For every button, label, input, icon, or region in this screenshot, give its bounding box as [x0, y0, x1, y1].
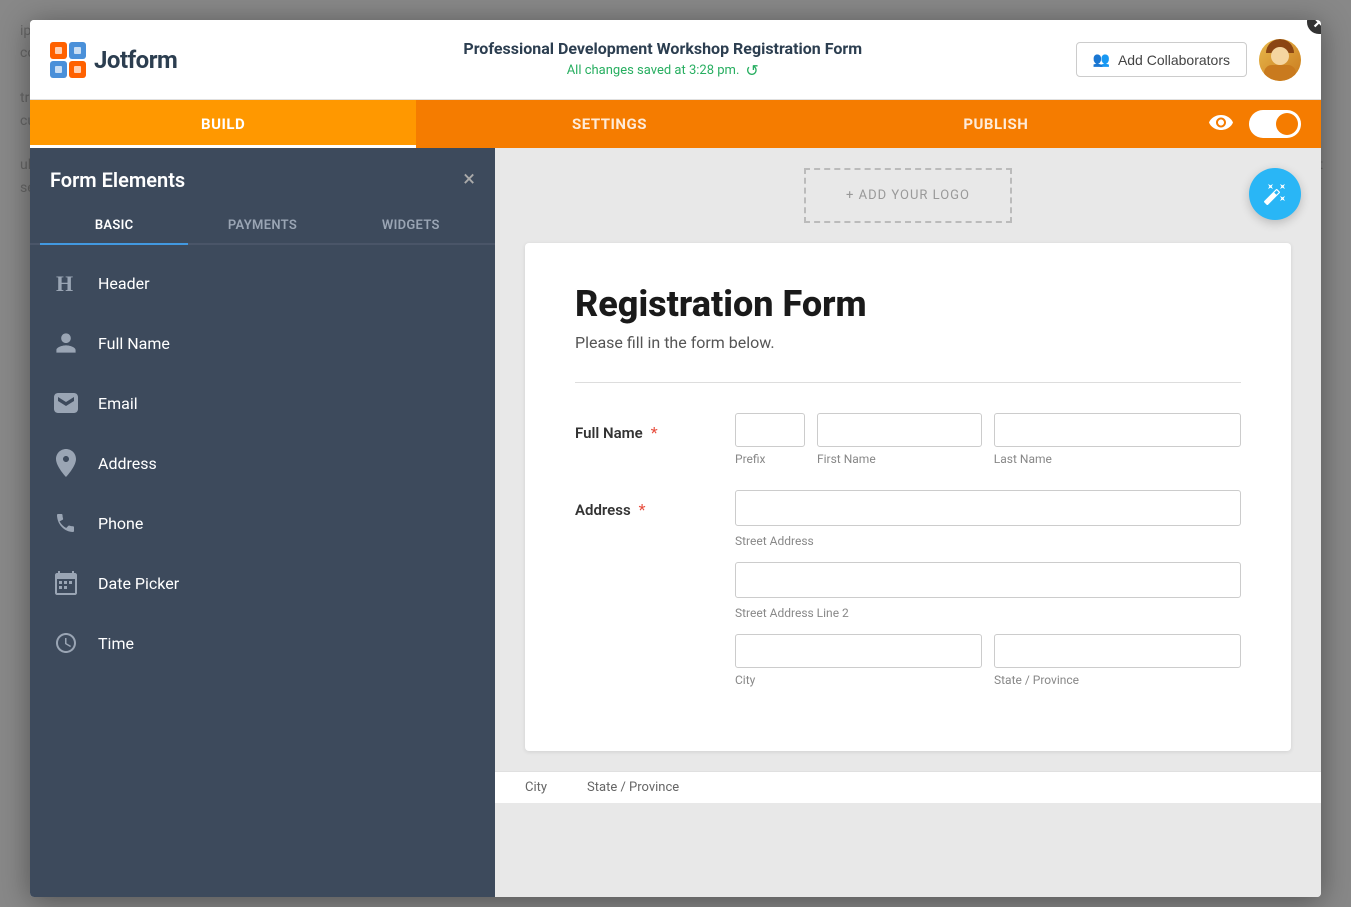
element-item-time[interactable]: Time [30, 613, 495, 673]
city-sublabel: City [735, 673, 982, 687]
header-center: Professional Development Workshop Regist… [250, 39, 1076, 81]
calendar-icon [50, 567, 82, 599]
address-field-row: Address * Street Address Street Address … [575, 490, 1241, 687]
last-name-group: Last Name [994, 413, 1241, 466]
city-input[interactable] [735, 634, 982, 668]
tab-build[interactable]: BUILD [30, 100, 416, 148]
user-avatar[interactable] [1259, 39, 1301, 81]
first-name-group: First Name [817, 413, 982, 466]
last-name-sublabel: Last Name [994, 452, 1241, 466]
tab-settings[interactable]: SETTINGS [416, 100, 802, 148]
person-icon [50, 327, 82, 359]
logo-label: Jotform [94, 46, 177, 74]
bottom-state-label: State / Province [587, 780, 679, 795]
bottom-hint-bar: City State / Province [495, 771, 1321, 803]
form-title: Professional Development Workshop Regist… [250, 39, 1076, 60]
street-address-line2-input[interactable] [735, 562, 1241, 598]
toggle-knob [1276, 113, 1298, 135]
full-name-inputs-row: Prefix First Name Last Name [735, 413, 1241, 466]
street2-sublabel: Street Address Line 2 [735, 606, 1241, 620]
sidebar-tab-widgets[interactable]: WIDGETS [337, 208, 485, 243]
main-modal: ✕ Jotform Professional Development Works… [30, 20, 1321, 897]
sidebar-header: Form Elements × [30, 148, 495, 208]
add-collaborators-button[interactable]: 👥 Add Collaborators [1076, 42, 1248, 77]
prefix-group: Prefix [735, 413, 805, 466]
element-item-header[interactable]: H Header [30, 253, 495, 313]
header-right: 👥 Add Collaborators [1076, 39, 1302, 81]
address-required-star: * [639, 500, 646, 519]
jotform-logo-icon [50, 42, 86, 78]
sidebar-tabs: BASIC PAYMENTS WIDGETS [30, 208, 495, 245]
refresh-icon: ↺ [745, 61, 758, 80]
email-icon [50, 387, 82, 419]
city-state-row: City State / Province [735, 634, 1241, 687]
logo-area: Jotform [50, 42, 250, 78]
logo-section: + ADD YOUR LOGO [495, 148, 1321, 233]
sidebar-tab-basic[interactable]: BASIC [40, 208, 188, 243]
element-item-address[interactable]: Address [30, 433, 495, 493]
prefix-input[interactable] [735, 413, 805, 447]
elements-list: H Header Full Name [30, 245, 495, 681]
element-item-datepicker[interactable]: Date Picker [30, 553, 495, 613]
element-item-fullname[interactable]: Full Name [30, 313, 495, 373]
add-logo-button[interactable]: + ADD YOUR LOGO [804, 168, 1012, 223]
avatar-face [1271, 47, 1289, 65]
state-input[interactable] [994, 634, 1241, 668]
datepicker-label: Date Picker [98, 574, 179, 593]
content-area: Form Elements × BASIC PAYMENTS WIDGETS [30, 148, 1321, 897]
prefix-sublabel: Prefix [735, 452, 805, 466]
autosave-status: All changes saved at 3:28 pm. ↺ [250, 61, 1076, 80]
phone-icon [50, 507, 82, 539]
collaborators-icon: 👥 [1093, 51, 1110, 68]
element-item-email[interactable]: Email [30, 373, 495, 433]
toggle-switch[interactable] [1249, 110, 1301, 138]
magic-wand-button[interactable] [1249, 168, 1301, 220]
avatar-body [1264, 65, 1296, 81]
street-sublabel: Street Address [735, 534, 1241, 548]
modal-header: Jotform Professional Development Worksho… [30, 20, 1321, 100]
form-card: Registration Form Please fill in the for… [525, 243, 1291, 751]
full-name-label-col: Full Name * [575, 413, 715, 466]
form-subheading: Please fill in the form below. [575, 333, 1241, 352]
street-address-input[interactable] [735, 490, 1241, 526]
address-label-col: Address * [575, 490, 715, 687]
svg-text:H: H [56, 271, 73, 296]
last-name-input[interactable] [994, 413, 1241, 447]
full-name-field-row: Full Name * Prefix First Name [575, 413, 1241, 466]
address-inputs-col: Street Address Street Address Line 2 Cit… [735, 490, 1241, 687]
header-icon: H [50, 267, 82, 299]
nav-right-actions [1189, 100, 1321, 148]
preview-eye-icon[interactable] [1209, 112, 1233, 136]
clock-icon [50, 627, 82, 659]
form-canvas: + ADD YOUR LOGO Registration Form Please… [495, 148, 1321, 897]
city-group: City [735, 634, 982, 687]
location-icon [50, 447, 82, 479]
bottom-city-label: City [525, 780, 547, 795]
first-name-input[interactable] [817, 413, 982, 447]
email-label: Email [98, 394, 138, 413]
element-item-phone[interactable]: Phone [30, 493, 495, 553]
full-name-inputs-col: Prefix First Name Last Name [735, 413, 1241, 466]
full-name-label: Full Name [575, 424, 643, 442]
state-sublabel: State / Province [994, 673, 1241, 687]
fullname-label: Full Name [98, 334, 170, 353]
address-label-text: Address [575, 501, 631, 519]
first-name-sublabel: First Name [817, 452, 982, 466]
form-divider [575, 382, 1241, 383]
state-group: State / Province [994, 634, 1241, 687]
sidebar-title: Form Elements [50, 168, 185, 192]
sidebar-close-button[interactable]: × [463, 169, 475, 191]
full-name-required-star: * [651, 423, 658, 442]
nav-tabs-bar: BUILD SETTINGS PUBLISH [30, 100, 1321, 148]
form-main-heading: Registration Form [575, 283, 1241, 325]
address-label: Address [98, 454, 157, 473]
tab-publish[interactable]: PUBLISH [803, 100, 1189, 148]
avatar-image [1259, 39, 1301, 81]
phone-label: Phone [98, 514, 143, 533]
header-label: Header [98, 274, 150, 293]
sidebar-tab-payments[interactable]: PAYMENTS [188, 208, 336, 243]
time-label: Time [98, 634, 134, 653]
sidebar: Form Elements × BASIC PAYMENTS WIDGETS [30, 148, 495, 897]
